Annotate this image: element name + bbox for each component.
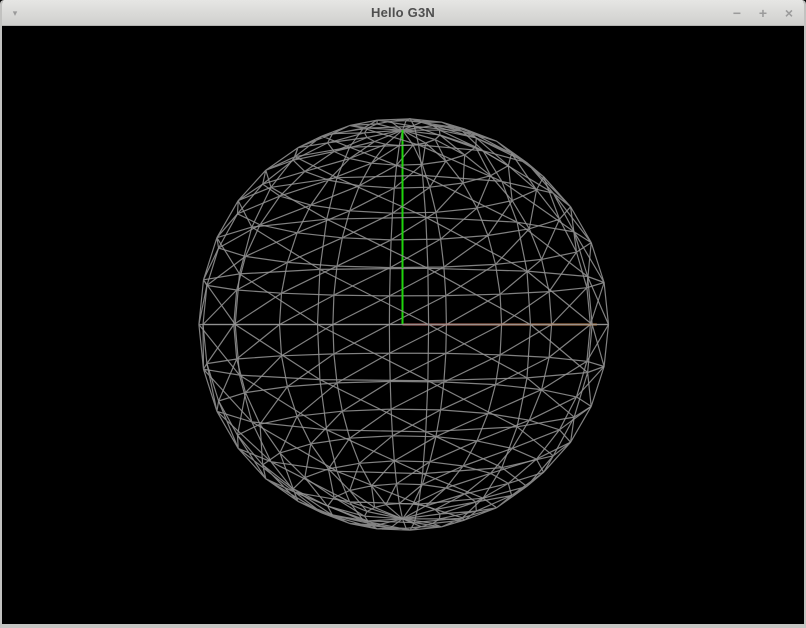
window-title: Hello G3N [0,0,806,26]
viewport [2,26,804,624]
titlebar[interactable]: ▾ Hello G3N − + × [0,0,806,26]
minimize-button[interactable]: − [724,0,750,26]
app-window: ▾ Hello G3N − + × [0,0,806,628]
scene-canvas[interactable] [2,26,804,624]
close-button[interactable]: × [776,0,802,26]
maximize-button[interactable]: + [750,0,776,26]
window-controls: − + × [724,0,802,26]
window-menu-icon[interactable]: ▾ [0,0,30,26]
